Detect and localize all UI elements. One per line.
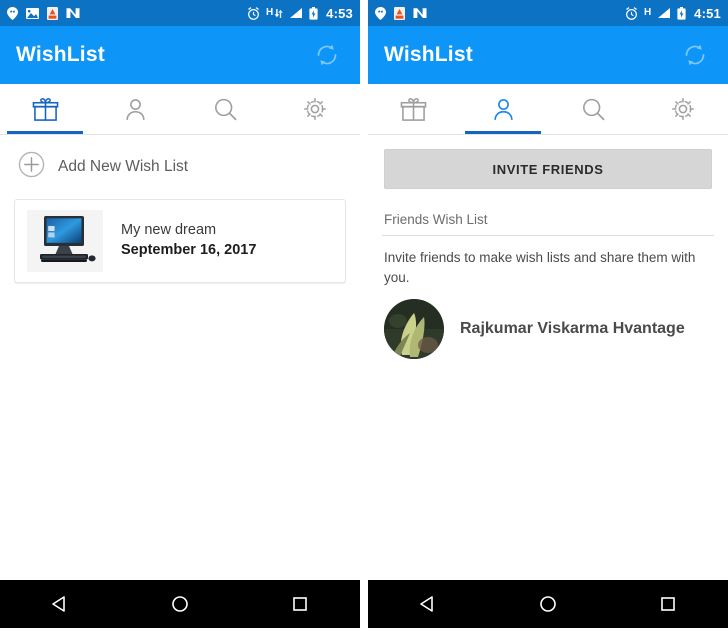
status-bar: H 4:51 xyxy=(368,0,728,26)
wishlist-card-texts: My new dream September 16, 2017 xyxy=(121,221,256,260)
refresh-sync-icon[interactable] xyxy=(678,38,712,72)
tab-bar xyxy=(368,84,728,135)
nougat-n-icon xyxy=(413,7,427,19)
tab-settings[interactable] xyxy=(638,84,728,134)
nougat-n-icon xyxy=(66,7,80,19)
tab-search[interactable] xyxy=(180,84,270,134)
invite-friends-button[interactable]: INVITE FRIENDS xyxy=(384,149,712,189)
person-icon xyxy=(493,98,513,120)
tab-active-underline xyxy=(465,131,541,134)
location-pin-icon xyxy=(375,6,386,20)
plus-circle-icon xyxy=(18,151,45,183)
wishlist-card[interactable]: My new dream September 16, 2017 xyxy=(14,199,346,283)
location-pin-icon xyxy=(7,6,18,20)
signal-bars-icon xyxy=(289,7,303,19)
app-bar: WishList xyxy=(0,26,360,84)
tab-friends[interactable] xyxy=(458,84,548,134)
battery-icon xyxy=(677,6,686,20)
tab-active-underline xyxy=(555,131,631,134)
tab-wishlists[interactable] xyxy=(0,84,90,134)
recents-square-icon[interactable] xyxy=(275,580,325,628)
alert-app-icon xyxy=(394,6,405,20)
hspa-letter: H xyxy=(643,7,652,18)
settings-icon xyxy=(304,98,326,120)
tab-bar xyxy=(0,84,360,135)
tab-wishlists[interactable] xyxy=(368,84,458,134)
search-icon xyxy=(214,98,236,120)
tab-active-underline xyxy=(97,131,173,134)
friend-list-item[interactable]: Rajkumar Viskarma Hvantage xyxy=(384,299,712,360)
phone-screenshot-right: H 4:51 WishList INVITE FRIENDS Friends W… xyxy=(368,0,728,638)
status-bar-clock: 4:51 xyxy=(694,5,721,21)
gift-icon xyxy=(32,97,58,121)
status-bar-right-icons: H 4:51 xyxy=(625,6,721,21)
app-title: WishList xyxy=(384,43,473,66)
alert-app-icon xyxy=(47,6,58,20)
friends-content: INVITE FRIENDS Friends Wish List Invite … xyxy=(368,135,728,581)
home-circle-icon[interactable] xyxy=(155,580,205,628)
hspa-letter: H xyxy=(265,7,274,18)
hspa-data-icon: H xyxy=(266,8,283,19)
home-circle-icon[interactable] xyxy=(523,580,573,628)
status-bar: H 4:53 xyxy=(0,0,360,26)
friend-name: Rajkumar Viskarma Hvantage xyxy=(460,320,685,338)
phone-screenshot-left: H 4:53 WishList Add New Wish List My new… xyxy=(0,0,360,638)
hspa-data-icon: H xyxy=(644,8,651,18)
tab-active-underline xyxy=(277,131,353,134)
tab-active-underline xyxy=(645,131,721,134)
status-bar-right-icons: H 4:53 xyxy=(247,6,353,21)
tab-active-underline xyxy=(187,131,263,134)
app-title: WishList xyxy=(16,43,105,66)
recents-square-icon[interactable] xyxy=(643,580,693,628)
battery-icon xyxy=(309,6,318,20)
wishlist-content: Add New Wish List My new dream September… xyxy=(0,135,360,581)
tab-settings[interactable] xyxy=(270,84,360,134)
dual-screenshot-stage: H 4:53 WishList Add New Wish List My new… xyxy=(0,0,728,638)
tab-search[interactable] xyxy=(548,84,638,134)
status-bar-left-icons xyxy=(7,6,247,20)
status-bar-left-icons xyxy=(375,6,625,20)
avatar xyxy=(384,299,444,360)
person-icon xyxy=(125,98,145,120)
section-divider xyxy=(382,235,714,236)
desktop-computer-icon xyxy=(27,210,103,272)
back-triangle-icon[interactable] xyxy=(403,580,453,628)
refresh-sync-icon[interactable] xyxy=(310,38,344,72)
tab-active-underline xyxy=(7,131,83,134)
add-new-wishlist-button[interactable]: Add New Wish List xyxy=(0,135,360,197)
android-nav-bar xyxy=(0,580,360,628)
gift-icon xyxy=(400,97,426,121)
status-bar-clock: 4:53 xyxy=(326,5,353,21)
alarm-clock-icon xyxy=(625,6,638,20)
wishlist-card-title: My new dream xyxy=(121,222,217,239)
settings-icon xyxy=(672,98,694,120)
android-nav-bar xyxy=(368,580,728,628)
invite-description: Invite friends to make wish lists and sh… xyxy=(384,250,696,285)
friends-section-label: Friends Wish List xyxy=(384,212,488,227)
search-icon xyxy=(582,98,604,120)
signal-bars-icon xyxy=(657,7,671,19)
photos-icon xyxy=(26,7,39,19)
add-new-wishlist-label: Add New Wish List xyxy=(58,158,189,175)
tab-active-underline xyxy=(375,131,451,134)
back-triangle-icon[interactable] xyxy=(35,580,85,628)
alarm-clock-icon xyxy=(247,6,260,20)
tab-friends[interactable] xyxy=(90,84,180,134)
app-bar: WishList xyxy=(368,26,728,84)
wishlist-card-date: September 16, 2017 xyxy=(121,242,257,258)
